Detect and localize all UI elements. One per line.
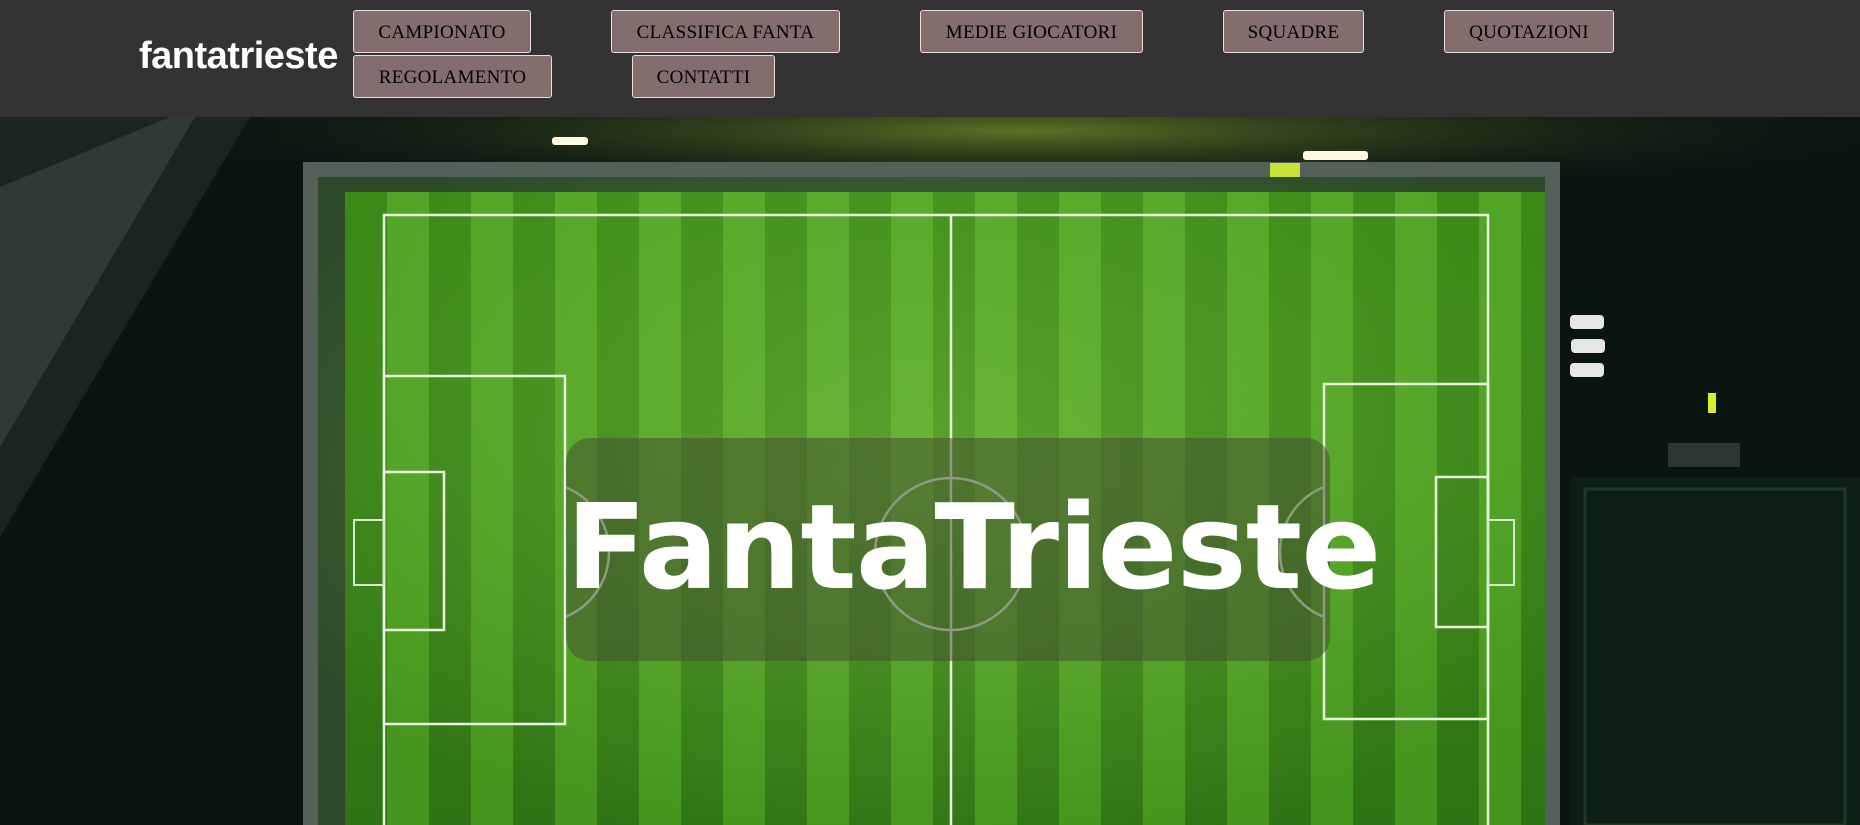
nav-button-quotazioni[interactable]: QUOTAZIONI — [1444, 10, 1614, 53]
hero-section: FantaTrieste — [0, 117, 1860, 825]
nav-button-medie-giocatori[interactable]: MEDIE GIOCATORI — [920, 10, 1143, 53]
site-logo-text[interactable]: fantatrieste — [139, 30, 338, 82]
nav-button-regolamento[interactable]: REGOLAMENTO — [353, 55, 552, 98]
nav-button-contatti[interactable]: CONTATTI — [632, 55, 775, 98]
nav-button-squadre[interactable]: SQUADRE — [1223, 10, 1364, 53]
nav-button-classifica-fanta[interactable]: CLASSIFICA FANTA — [611, 10, 840, 53]
hero-title: FantaTrieste — [566, 478, 1381, 616]
nav-button-campionato[interactable]: CAMPIONATO — [353, 10, 531, 53]
top-navigation-bar: fantatrieste CAMPIONATO CLASSIFICA FANTA… — [0, 0, 1860, 117]
